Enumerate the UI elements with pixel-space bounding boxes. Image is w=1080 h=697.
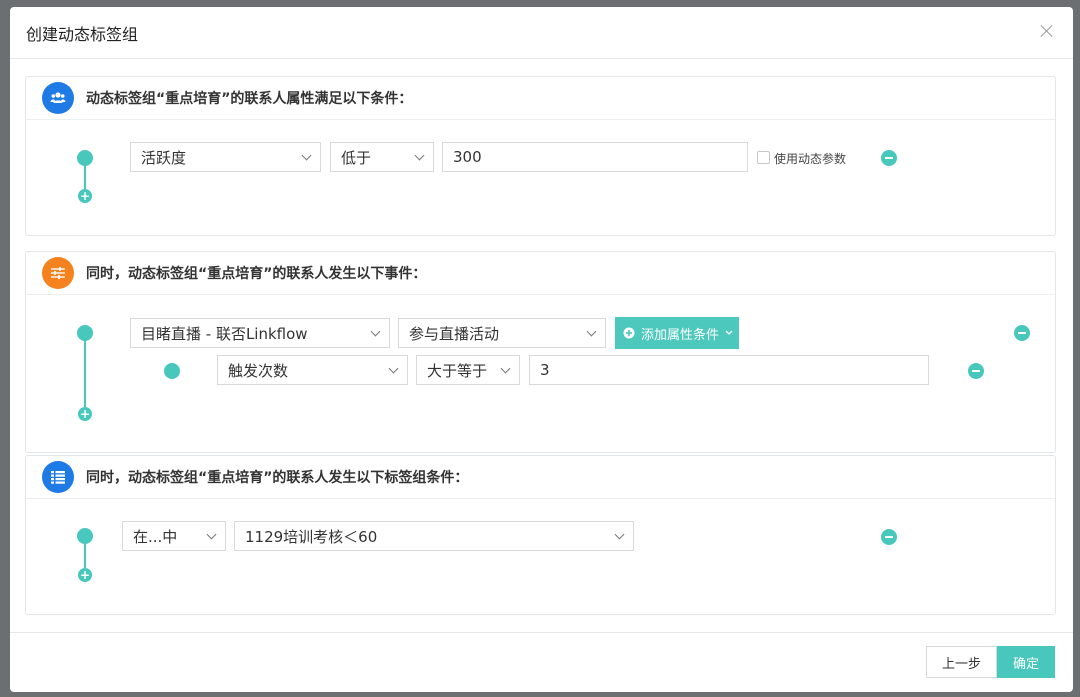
- event-select-value: 目睹直播 - 联否Linkflow: [141, 324, 308, 343]
- modal-header: 创建动态标签组: [10, 7, 1073, 59]
- connector-line: [84, 340, 86, 407]
- add-condition-icon[interactable]: +: [78, 407, 92, 421]
- attribute-select-value: 活跃度: [141, 148, 187, 167]
- list-icon: [42, 461, 74, 493]
- tag-group-select[interactable]: 1129培训考核＜60: [234, 521, 634, 551]
- remove-condition-icon[interactable]: [881, 150, 897, 166]
- sub-condition-node: [164, 363, 180, 379]
- section-header: 动态标签组“重点培育”的联系人属性满足以下条件：: [26, 77, 1055, 120]
- dynamic-param-label: 使用动态参数: [774, 152, 847, 166]
- attribute-condition-section: 动态标签组“重点培育”的联系人属性满足以下条件： + 活跃度 低于 300 使用…: [25, 76, 1056, 236]
- chevron-down-icon: [206, 529, 217, 540]
- remove-condition-icon[interactable]: [881, 529, 897, 545]
- section-title: 同时，动态标签组“重点培育”的联系人发生以下事件：: [86, 266, 427, 282]
- chevron-down-icon: [301, 150, 312, 161]
- chevron-down-icon: [370, 326, 381, 337]
- prev-step-button[interactable]: 上一步: [926, 646, 997, 678]
- operator-select-value: 低于: [341, 148, 372, 167]
- activity-select-value: 参与直播活动: [409, 324, 500, 343]
- chevron-down-icon: [614, 529, 625, 540]
- modal-footer: 上一步 确定: [10, 632, 1073, 692]
- sub-value-input[interactable]: 3: [529, 355, 929, 385]
- dynamic-param-checkbox[interactable]: [757, 151, 770, 164]
- plus-circle-icon: [623, 327, 635, 339]
- in-select-value: 在...中: [133, 527, 178, 546]
- tag-group-select-value: 1129培训考核＜60: [245, 527, 378, 546]
- chevron-down-icon: [388, 363, 399, 374]
- event-condition-section: 同时，动态标签组“重点培育”的联系人发生以下事件： + 目睹直播 - 联否Lin…: [25, 251, 1056, 453]
- tag-group-condition-section: 同时，动态标签组“重点培育”的联系人发生以下标签组条件： + 在...中 112…: [25, 455, 1056, 615]
- close-icon[interactable]: [1037, 21, 1057, 41]
- operator-select[interactable]: 低于: [330, 142, 434, 172]
- attribute-select[interactable]: 活跃度: [130, 142, 321, 172]
- modal-title: 创建动态标签组: [26, 24, 139, 44]
- sub-operator-select[interactable]: 大于等于: [416, 355, 520, 385]
- sub-attribute-select[interactable]: 触发次数: [217, 355, 408, 385]
- section-header: 同时，动态标签组“重点培育”的联系人发生以下标签组条件：: [26, 456, 1055, 499]
- confirm-label: 确定: [1012, 656, 1039, 672]
- add-attribute-condition-button[interactable]: 添加属性条件: [615, 317, 739, 349]
- event-select[interactable]: 目睹直播 - 联否Linkflow: [130, 318, 390, 348]
- sub-attribute-select-value: 触发次数: [228, 361, 289, 380]
- prev-step-label: 上一步: [941, 656, 981, 672]
- section-title: 动态标签组“重点培育”的联系人属性满足以下条件：: [86, 91, 413, 107]
- condition-node: [77, 325, 93, 341]
- users-icon: [42, 82, 74, 114]
- condition-node: [77, 528, 93, 544]
- sliders-icon: [42, 257, 74, 289]
- create-dynamic-tag-group-modal: 创建动态标签组 动态标签组“重点培育”的联系人属性满足以下条件： + 活跃度 低…: [10, 7, 1073, 692]
- in-select[interactable]: 在...中: [122, 521, 226, 551]
- section-header: 同时，动态标签组“重点培育”的联系人发生以下事件：: [26, 252, 1055, 295]
- value-input[interactable]: 300: [442, 142, 748, 172]
- connector-line: [84, 165, 86, 189]
- chevron-down-icon: [500, 363, 511, 374]
- add-attribute-condition-label: 添加属性条件: [641, 327, 720, 343]
- add-condition-icon[interactable]: +: [78, 189, 92, 203]
- section-title: 同时，动态标签组“重点培育”的联系人发生以下标签组条件：: [86, 470, 469, 486]
- chevron-down-icon: [725, 330, 733, 335]
- confirm-button[interactable]: 确定: [997, 646, 1055, 678]
- activity-select[interactable]: 参与直播活动: [398, 318, 606, 348]
- value-input-text: 300: [453, 148, 482, 166]
- remove-sub-condition-icon[interactable]: [968, 363, 984, 379]
- remove-event-icon[interactable]: [1014, 325, 1030, 341]
- connector-line: [84, 543, 86, 568]
- add-condition-icon[interactable]: +: [78, 568, 92, 582]
- chevron-down-icon: [414, 150, 425, 161]
- condition-node: [77, 150, 93, 166]
- chevron-down-icon: [586, 326, 597, 337]
- sub-operator-select-value: 大于等于: [427, 361, 488, 380]
- sub-value-input-text: 3: [540, 361, 550, 379]
